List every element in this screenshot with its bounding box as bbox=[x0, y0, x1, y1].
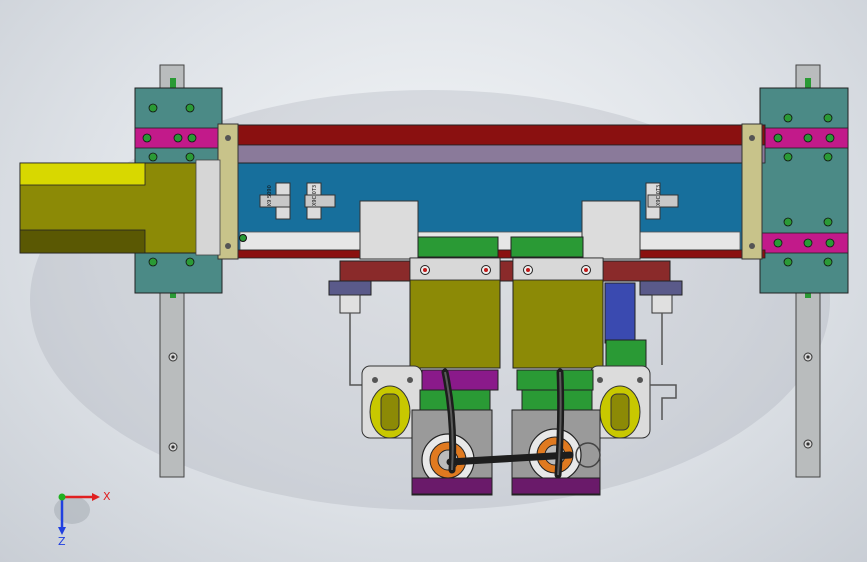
blue-actuator bbox=[604, 282, 636, 344]
right-end-plate bbox=[741, 123, 763, 260]
coordinate-triad: X Z bbox=[54, 490, 111, 548]
z-axis-label: Z bbox=[58, 535, 66, 548]
right-label: X9C 0T3 bbox=[656, 185, 662, 206]
right-carriage-block bbox=[759, 87, 849, 294]
cad-viewport[interactable]: K9 5090 X9C 0T3 X9C 0T3 X Z bbox=[0, 0, 867, 562]
slider-block-right bbox=[581, 200, 641, 260]
mounting-plate bbox=[339, 260, 671, 282]
left-end-plate bbox=[217, 123, 239, 260]
motor-left bbox=[409, 257, 501, 369]
left-label-1: K9 5090 bbox=[267, 185, 273, 206]
left-label-2: X9C 0T3 bbox=[312, 185, 318, 206]
air-cylinder bbox=[19, 159, 221, 256]
slider-block-left bbox=[359, 200, 419, 260]
motor-right bbox=[512, 257, 604, 369]
x-axis-label: X bbox=[103, 490, 111, 503]
